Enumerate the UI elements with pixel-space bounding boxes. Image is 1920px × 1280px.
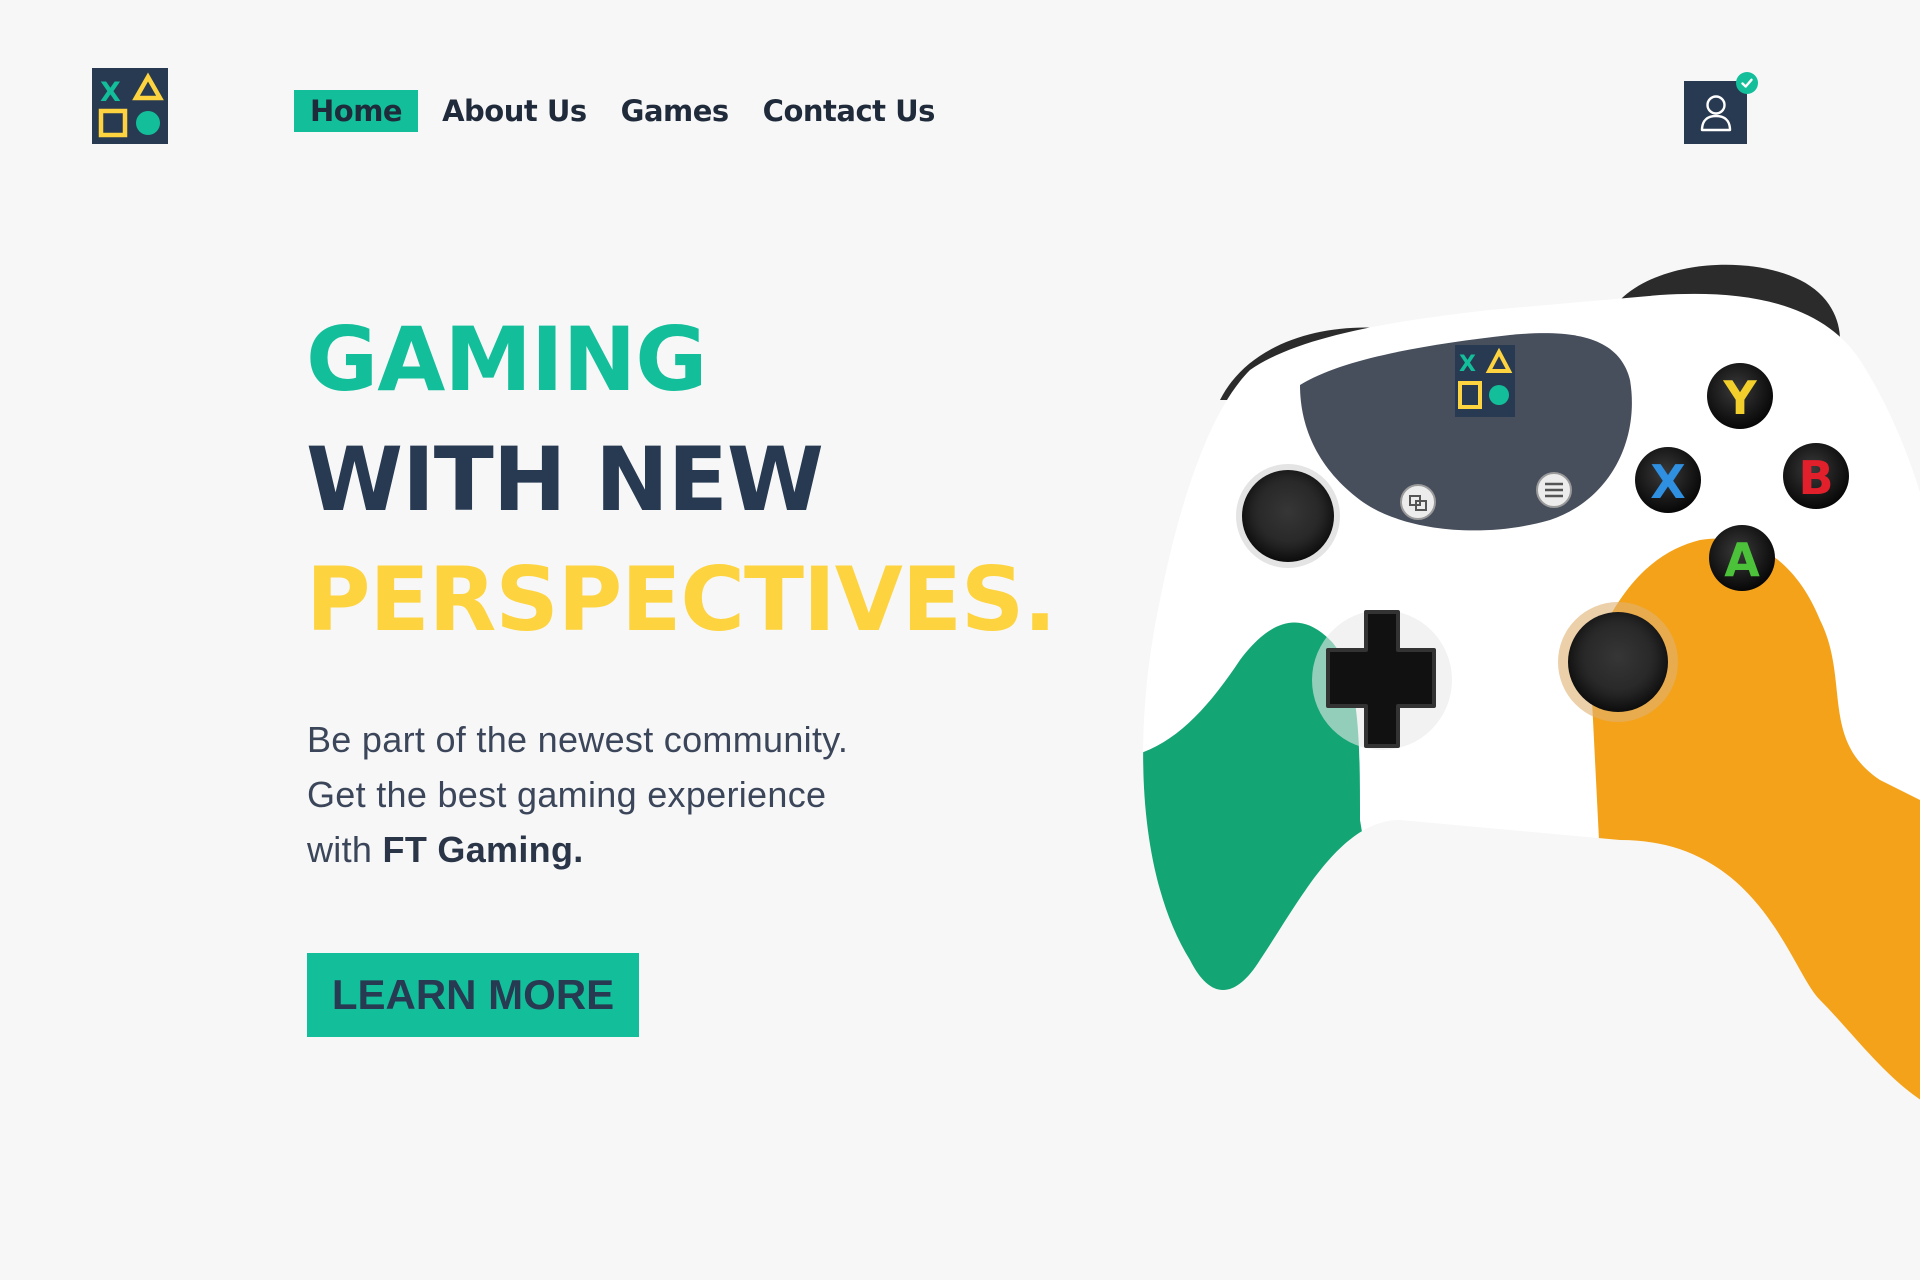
button-x: X xyxy=(1635,447,1701,513)
description-line-1: Be part of the newest community. xyxy=(307,719,849,760)
nav-games[interactable]: Games xyxy=(621,90,730,132)
logo-circle-icon xyxy=(136,111,160,135)
button-y: Y xyxy=(1707,363,1773,429)
headline-line-3: PERSPECTIVES. xyxy=(306,548,1057,651)
description-prefix: with xyxy=(307,829,383,870)
description-line-2: Get the best gaming experience xyxy=(307,774,827,815)
button-a: A xyxy=(1709,525,1775,591)
description-line-3: with FT Gaming. xyxy=(307,822,848,877)
button-x-label: X xyxy=(1650,455,1685,509)
hero-description: Be part of the newest community. Get the… xyxy=(307,712,848,877)
game-controller-image: X Y X B A xyxy=(1143,264,1920,1120)
nav-home[interactable]: Home xyxy=(294,90,419,132)
button-b-label: B xyxy=(1798,451,1833,505)
verified-badge xyxy=(1736,72,1758,94)
controller-logo: X xyxy=(1455,345,1515,417)
button-b: B xyxy=(1783,443,1849,509)
controller-logo-x: X xyxy=(1459,352,1476,377)
check-icon xyxy=(1741,78,1753,88)
headline-line-2: WITH NEW xyxy=(306,428,824,531)
logo-x-glyph: X xyxy=(100,77,121,108)
user-account-button[interactable] xyxy=(1684,81,1747,144)
nav-about-us[interactable]: About Us xyxy=(442,90,587,132)
nav-contact-us[interactable]: Contact Us xyxy=(763,90,936,132)
headline-line-1: GAMING xyxy=(306,308,708,411)
hero-headline: GAMING WITH NEW PERSPECTIVES. xyxy=(306,300,1057,660)
button-a-label: A xyxy=(1724,533,1760,587)
button-y-label: Y xyxy=(1722,371,1757,425)
brand-name: FT Gaming. xyxy=(382,829,584,870)
logo[interactable]: X xyxy=(92,68,168,144)
user-icon xyxy=(1700,94,1731,131)
main-nav: Home About Us Games Contact Us xyxy=(294,90,969,132)
learn-more-button[interactable]: LEARN MORE xyxy=(307,953,639,1037)
